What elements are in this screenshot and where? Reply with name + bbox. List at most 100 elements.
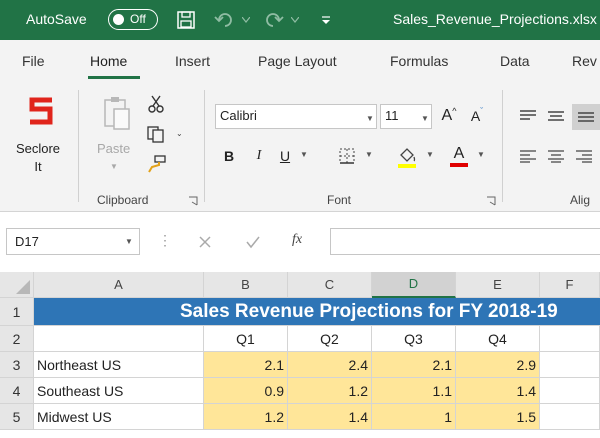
increase-font-size-button[interactable]: A ^: [438, 104, 460, 128]
bottom-align-icon[interactable]: [572, 104, 600, 130]
value-cell[interactable]: 2.4: [288, 352, 372, 378]
row-header-1[interactable]: 1: [0, 298, 34, 326]
undo-icon[interactable]: [212, 8, 238, 32]
align-right-icon[interactable]: [574, 146, 594, 166]
quarter-header-cell[interactable]: Q3: [372, 326, 456, 352]
region-name-cell[interactable]: Midwest US: [34, 404, 204, 430]
ribbon-tabs: File Home Insert Page Layout Formulas Da…: [0, 40, 600, 80]
borders-dropdown-icon[interactable]: ▼: [365, 150, 373, 159]
fill-color-dropdown-icon[interactable]: ▼: [426, 150, 434, 159]
tab-file[interactable]: File: [22, 53, 45, 69]
quarter-header-cell[interactable]: Q4: [456, 326, 540, 352]
value-cell[interactable]: 2.9: [456, 352, 540, 378]
cell-f2[interactable]: [540, 326, 600, 352]
paste-icon[interactable]: [100, 94, 134, 132]
tab-page-layout[interactable]: Page Layout: [258, 53, 337, 69]
cell-f3[interactable]: [540, 352, 600, 378]
formula-input[interactable]: [330, 228, 600, 255]
row-header-2[interactable]: 2: [0, 326, 34, 352]
group-separator: [78, 90, 79, 202]
excel-window: AutoSave Off Sales_Revenue_Projections.x…: [0, 0, 600, 438]
cancel-entry-icon[interactable]: [194, 232, 216, 252]
column-header-c[interactable]: C: [288, 272, 372, 298]
align-left-icon[interactable]: [518, 146, 538, 166]
column-header-b[interactable]: B: [204, 272, 288, 298]
font-color-swatch: [450, 163, 468, 167]
column-header-d[interactable]: D: [372, 272, 456, 298]
ribbon: Seclore It Paste ▼ ⌄ Clipboard Calibri ▼: [0, 80, 600, 212]
copy-icon[interactable]: [144, 124, 168, 144]
insert-function-icon[interactable]: fx: [292, 232, 302, 248]
format-painter-icon[interactable]: [146, 154, 168, 174]
font-color-dropdown-icon[interactable]: ▼: [477, 150, 485, 159]
clipboard-launcher-icon[interactable]: [188, 194, 198, 206]
middle-align-icon[interactable]: [546, 106, 566, 126]
tab-data[interactable]: Data: [500, 53, 530, 69]
top-align-icon[interactable]: [518, 106, 538, 126]
font-name-dropdown-icon[interactable]: ▼: [366, 114, 374, 123]
customize-toolbar-icon[interactable]: [318, 8, 334, 32]
value-cell[interactable]: 1.5: [456, 404, 540, 430]
select-all-corner[interactable]: [0, 272, 34, 298]
region-name-cell[interactable]: Northeast US: [34, 352, 204, 378]
value-cell[interactable]: 1.1: [372, 378, 456, 404]
row-header-5[interactable]: 5: [0, 404, 34, 430]
value-cell[interactable]: 1.2: [204, 404, 288, 430]
value-cell[interactable]: 1.4: [288, 404, 372, 430]
redo-dropdown-icon[interactable]: [289, 8, 301, 32]
undo-dropdown-icon[interactable]: [240, 8, 252, 32]
copy-dropdown-icon[interactable]: ⌄: [176, 129, 183, 138]
cut-icon[interactable]: [146, 94, 166, 114]
font-size-dropdown-icon[interactable]: ▼: [421, 114, 429, 123]
column-header-f[interactable]: F: [540, 272, 600, 298]
formula-bar-grip-icon: ⋮: [158, 232, 172, 248]
sheet-title-cell[interactable]: Sales Revenue Projections for FY 2018-19: [34, 298, 600, 326]
row-header-3[interactable]: 3: [0, 352, 34, 378]
align-center-icon[interactable]: [546, 146, 566, 166]
confirm-entry-icon[interactable]: [242, 232, 264, 252]
tab-home[interactable]: Home: [90, 53, 127, 69]
value-cell[interactable]: 1.4: [456, 378, 540, 404]
borders-icon[interactable]: [336, 146, 358, 166]
seclore-icon[interactable]: [24, 96, 58, 126]
underline-button[interactable]: U: [276, 144, 294, 168]
save-icon[interactable]: [174, 8, 198, 32]
name-box[interactable]: D17 ▼: [6, 228, 140, 255]
font-launcher-icon[interactable]: [486, 194, 496, 206]
font-size-combo[interactable]: 11 ▼: [380, 104, 432, 129]
autosave-label: AutoSave: [26, 11, 87, 27]
quarter-header-cell[interactable]: Q2: [288, 326, 372, 352]
value-cell[interactable]: 1: [372, 404, 456, 430]
underline-dropdown-icon[interactable]: ▼: [300, 150, 308, 159]
value-cell[interactable]: 2.1: [372, 352, 456, 378]
font-group-label: Font: [327, 193, 352, 207]
redo-icon[interactable]: [260, 8, 286, 32]
bold-button[interactable]: B: [220, 144, 238, 168]
value-cell[interactable]: 1.2: [288, 378, 372, 404]
font-name-combo[interactable]: Calibri ▼: [215, 104, 377, 129]
tab-review[interactable]: Rev: [572, 53, 597, 69]
paste-dropdown-icon[interactable]: ▼: [110, 162, 118, 171]
tab-insert[interactable]: Insert: [175, 53, 210, 69]
decrease-font-size-button[interactable]: Aˇ: [466, 104, 488, 128]
name-box-dropdown-icon[interactable]: ▼: [125, 237, 133, 246]
tab-formulas[interactable]: Formulas: [390, 53, 448, 69]
italic-button[interactable]: I: [250, 144, 268, 168]
cell-f4[interactable]: [540, 378, 600, 404]
quarter-header-cell[interactable]: Q1: [204, 326, 288, 352]
autosave-toggle[interactable]: Off: [108, 9, 158, 30]
cell-f5[interactable]: [540, 404, 600, 430]
up-caret-icon: ^: [452, 106, 457, 116]
value-cell[interactable]: 0.9: [204, 378, 288, 404]
font-color-button[interactable]: A: [448, 142, 470, 170]
region-name-cell[interactable]: Southeast US: [34, 378, 204, 404]
row-header-4[interactable]: 4: [0, 378, 34, 404]
cell-a2[interactable]: [34, 326, 204, 352]
value-cell[interactable]: 2.1: [204, 352, 288, 378]
column-header-e[interactable]: E: [456, 272, 540, 298]
seclore-button[interactable]: Seclore It: [8, 140, 68, 176]
column-header-a[interactable]: A: [34, 272, 204, 298]
fill-color-icon[interactable]: [396, 144, 418, 170]
title-bar: AutoSave Off Sales_Revenue_Projections.x…: [0, 0, 600, 40]
active-tab-indicator: [88, 76, 140, 79]
